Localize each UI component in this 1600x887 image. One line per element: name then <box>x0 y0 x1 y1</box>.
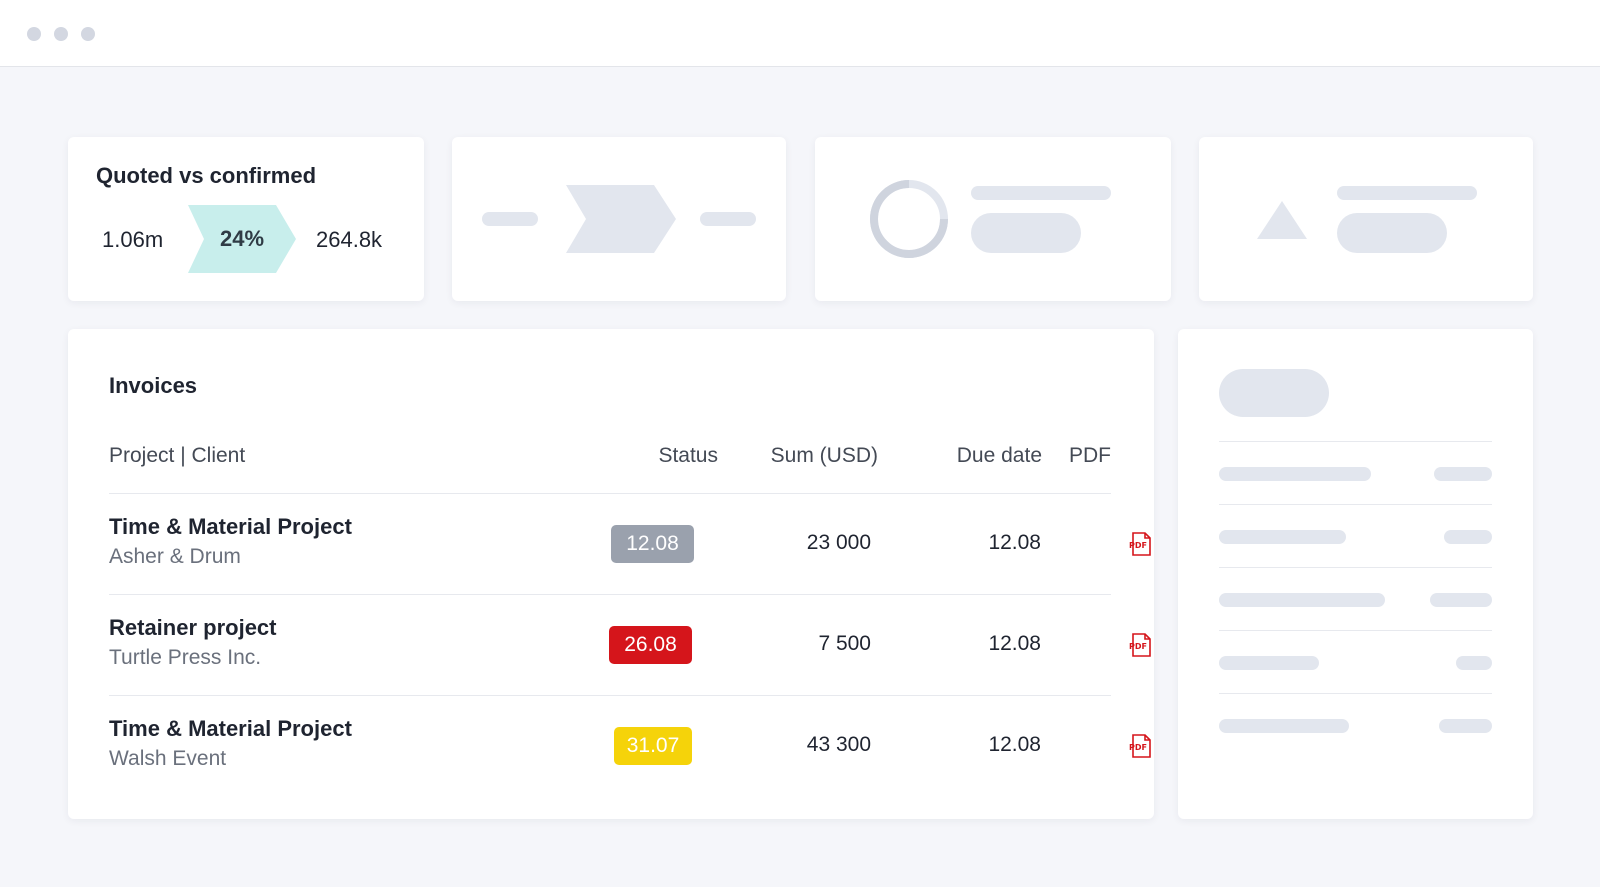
pdf-icon[interactable]: PDF <box>1128 531 1154 557</box>
placeholder-divider <box>1219 693 1492 694</box>
invoices-card: Invoices Project | Client Status Sum (US… <box>68 329 1154 819</box>
placeholder-bar <box>1456 656 1492 670</box>
donut-placeholder-icon <box>870 180 948 258</box>
due-date-value: 12.08 <box>988 632 1041 655</box>
placeholder-side-card <box>1178 329 1533 819</box>
placeholder-bar <box>1219 467 1371 481</box>
kpi-percent: 24% <box>219 226 265 251</box>
placeholder-divider <box>1219 567 1492 568</box>
window-minimize-dot[interactable] <box>54 27 68 41</box>
placeholder-bar <box>1430 593 1492 607</box>
placeholder-bar <box>1219 656 1319 670</box>
kpi-title: Quoted vs confirmed <box>96 163 317 188</box>
table-row[interactable]: Time & Material Project Walsh Event 31.0… <box>109 696 1151 796</box>
invoices-title: Invoices <box>109 373 198 398</box>
window-close-dot[interactable] <box>27 27 41 41</box>
table-row[interactable]: Time & Material Project Asher & Drum 12.… <box>109 494 1151 594</box>
sum-value: 7 500 <box>818 632 871 655</box>
placeholder-bar <box>971 186 1111 200</box>
table-row[interactable]: Retainer project Turtle Press Inc. 26.08… <box>109 595 1151 695</box>
kpi-confirmed-value: 264.8k <box>316 227 383 252</box>
sum-value: 43 300 <box>806 733 871 756</box>
placeholder-pill <box>971 213 1081 253</box>
placeholder-pill <box>1219 369 1329 417</box>
status-badge: 31.07 <box>614 727 692 765</box>
window-zoom-dot[interactable] <box>81 27 95 41</box>
placeholder-card-arrow[interactable] <box>452 137 786 301</box>
kpi-quoted-value: 1.06m <box>102 227 164 252</box>
kpi-card-quoted-vs-confirmed[interactable]: Quoted vs confirmed 1.06m 24% 264.8k <box>68 137 424 301</box>
client-name: Turtle Press Inc. <box>109 646 262 669</box>
chevron-placeholder-icon <box>566 185 676 253</box>
column-header-project-client[interactable]: Project | Client <box>109 444 245 468</box>
project-name[interactable]: Retainer project <box>109 615 277 641</box>
sum-value: 23 000 <box>806 531 871 554</box>
due-date-value: 12.08 <box>988 531 1041 554</box>
placeholder-bar <box>1444 530 1492 544</box>
project-name[interactable]: Time & Material Project <box>109 514 352 540</box>
placeholder-divider <box>1219 504 1492 505</box>
placeholder-bar <box>1219 530 1346 544</box>
placeholder-divider <box>1219 441 1492 442</box>
placeholder-bar <box>700 212 756 226</box>
placeholder-bar <box>1219 593 1385 607</box>
svg-text:PDF: PDF <box>1129 743 1147 752</box>
client-name: Asher & Drum <box>109 545 241 568</box>
status-badge: 12.08 <box>611 525 694 563</box>
column-header-due-date[interactable]: Due date <box>898 444 1042 468</box>
project-name[interactable]: Time & Material Project <box>109 716 352 742</box>
status-badge: 26.08 <box>609 626 692 664</box>
svg-text:PDF: PDF <box>1129 642 1147 651</box>
triangle-placeholder-icon <box>1257 201 1307 239</box>
column-header-sum[interactable]: Sum (USD) <box>728 444 878 468</box>
window-titlebar <box>0 0 1600 67</box>
column-header-pdf[interactable]: PDF <box>1068 444 1111 468</box>
placeholder-bar <box>482 212 538 226</box>
placeholder-bar <box>1434 467 1492 481</box>
placeholder-divider <box>1219 630 1492 631</box>
due-date-value: 12.08 <box>988 733 1041 756</box>
column-header-status[interactable]: Status <box>588 444 718 468</box>
client-name: Walsh Event <box>109 747 227 770</box>
svg-text:PDF: PDF <box>1129 541 1147 550</box>
pdf-icon[interactable]: PDF <box>1128 632 1154 658</box>
placeholder-bar <box>1439 719 1492 733</box>
placeholder-pill <box>1337 213 1447 253</box>
placeholder-card-donut[interactable] <box>815 137 1171 301</box>
placeholder-card-triangle[interactable] <box>1199 137 1533 301</box>
placeholder-bar <box>1337 186 1477 200</box>
placeholder-bar <box>1219 719 1349 733</box>
pdf-icon[interactable]: PDF <box>1128 733 1154 759</box>
